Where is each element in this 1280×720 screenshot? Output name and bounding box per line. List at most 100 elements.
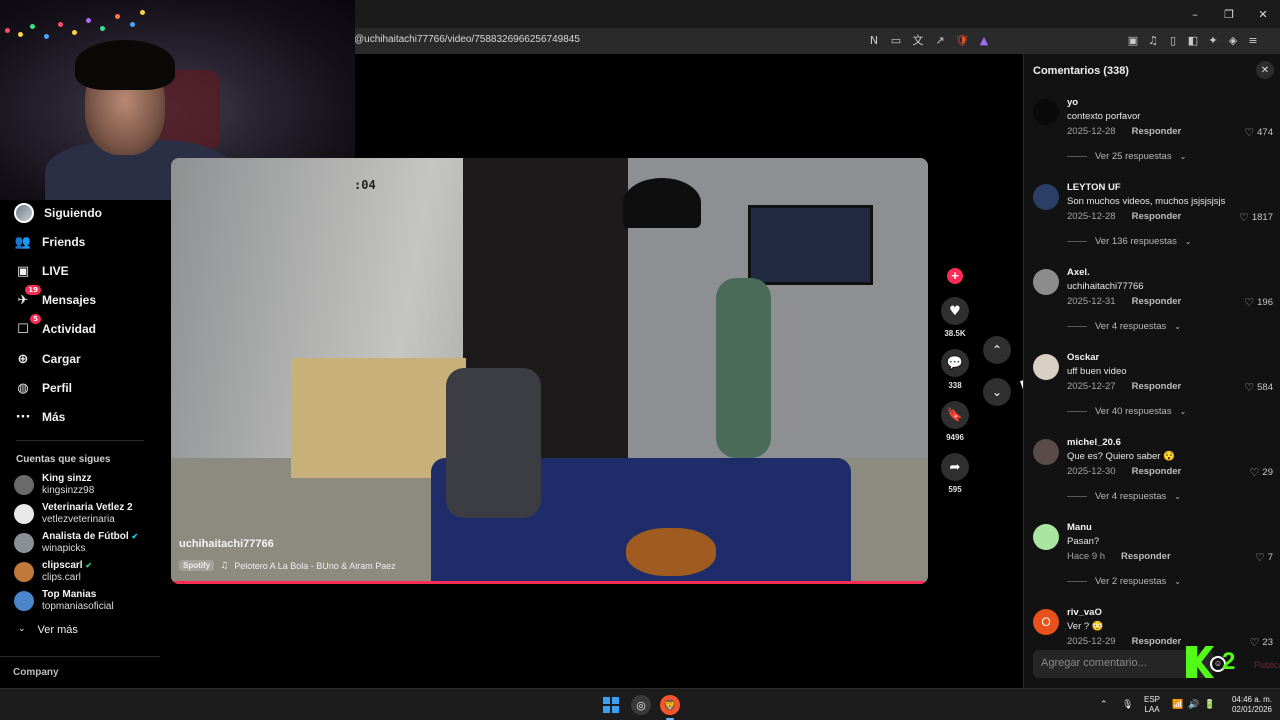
comment-button[interactable]: 💬 338 (938, 349, 972, 390)
following-account[interactable]: Top Manias topmaniasoficial (14, 589, 114, 613)
view-replies-button[interactable]: Ver 25 respuestas ⌄ (1067, 151, 1186, 162)
comment-like-button[interactable]: ♡ 23 (1250, 636, 1273, 649)
wallet-icon[interactable]: ◧ (1185, 32, 1201, 48)
leo-ai-icon[interactable]: ✦ (1205, 32, 1221, 48)
minimize-button[interactable]: – (1178, 0, 1212, 28)
previous-video-button[interactable]: ⌃ (983, 336, 1011, 364)
share-button[interactable]: ➦ 595 (938, 453, 972, 494)
volume-icon[interactable]: 🔊 (1188, 689, 1199, 720)
windows-start-icon[interactable] (603, 697, 619, 713)
comment-like-button[interactable]: ♡ 474 (1244, 126, 1273, 139)
following-account[interactable]: clipscarl ✔ clips.carl (14, 560, 92, 584)
heart-outline-icon: ♡ (1244, 296, 1255, 309)
avatar[interactable] (1033, 184, 1059, 210)
media-icon[interactable]: ♫ (1145, 32, 1161, 48)
view-replies-button[interactable]: Ver 136 respuestas ⌄ (1067, 236, 1192, 247)
nav-activity[interactable]: ☐ 5 Actividad (14, 314, 96, 340)
tray-overflow-icon[interactable]: ⌃ (1100, 689, 1108, 720)
comment-user[interactable]: riv_vaO (1067, 607, 1102, 618)
view-replies-button[interactable]: Ver 4 respuestas ⌄ (1067, 491, 1181, 502)
streamer-hair (75, 40, 175, 90)
comment-like-button[interactable]: ♡ 7 (1255, 551, 1273, 564)
nav-profile[interactable]: ◍ Perfil (14, 377, 72, 399)
comment-like-button[interactable]: ♡ 1817 (1239, 211, 1273, 224)
input-language[interactable]: ESP LAA (1144, 695, 1160, 715)
screenshot-icon[interactable]: ▣ (1125, 32, 1141, 48)
share-count: 595 (948, 485, 962, 494)
microphone-icon[interactable]: 🎙 (1122, 689, 1133, 720)
next-video-button[interactable]: ⌄ (983, 378, 1011, 406)
nav-friends[interactable]: 👥 Friends (14, 231, 85, 253)
following-account[interactable]: Veterinaria Vetlez 2 vetlezveterinaria (14, 502, 133, 526)
video-player[interactable]: :04 uchihaitachi77766 Spotify ♫ Pelotero… (171, 158, 928, 584)
video-author[interactable]: uchihaitachi77766 (179, 538, 274, 550)
nav-following[interactable]: Siguiendo (14, 202, 102, 224)
left-sidebar: Siguiendo 👥 Friends ▣ LIVE ✈ 19 Mensajes … (0, 200, 160, 688)
comment-user[interactable]: Manu (1067, 522, 1092, 533)
close-comments-button[interactable]: ✕ (1256, 61, 1274, 79)
reply-button[interactable]: Responder (1132, 126, 1182, 137)
comment-user[interactable]: Osckar (1067, 352, 1099, 363)
music-info[interactable]: Spotify ♫ Pelotero A La Bola - BUno & Ai… (179, 560, 396, 571)
nav-more[interactable]: ··· Más (14, 406, 66, 428)
reply-button[interactable]: Responder (1132, 381, 1182, 392)
system-clock[interactable]: 04:46 a. m. 02/01/2026 (1224, 695, 1272, 715)
reply-button[interactable]: Responder (1132, 211, 1182, 222)
comment-like-button[interactable]: ♡ 196 (1244, 296, 1273, 309)
view-replies-button[interactable]: Ver 4 respuestas ⌄ (1067, 321, 1181, 332)
reply-button[interactable]: Responder (1132, 296, 1182, 307)
nav-label: Cargar (42, 352, 81, 366)
see-more-button[interactable]: ⌄ Ver más (18, 624, 78, 636)
avatar[interactable] (1033, 354, 1059, 380)
avatar[interactable]: O (1033, 609, 1059, 635)
url-text[interactable]: @uchihaitachi77766/video/758832696625674… (354, 34, 580, 45)
battery-icon[interactable]: 🔋 (1204, 689, 1215, 720)
comment-text: uff buen video (1067, 366, 1127, 377)
like-button[interactable]: ♥ 38.5K (938, 297, 972, 338)
follow-plus-icon[interactable]: + (947, 268, 963, 284)
wifi-icon[interactable]: 📶 (1172, 689, 1183, 720)
view-replies-label: Ver 4 respuestas (1095, 321, 1167, 332)
vpn-icon[interactable]: ◈ (1225, 32, 1241, 48)
cast-icon[interactable]: ▭ (888, 32, 904, 48)
brave-shield-icon[interactable]: 🛡 (954, 32, 970, 48)
comment-user[interactable]: yo (1067, 97, 1078, 108)
reader-mode-icon[interactable]: N (866, 32, 882, 48)
account-name: Top Manias (42, 589, 97, 600)
obs-icon[interactable]: ◎ (631, 695, 651, 715)
reply-button[interactable]: Responder (1132, 636, 1182, 647)
brave-browser-icon[interactable]: 🦁 (660, 695, 680, 720)
nav-messages[interactable]: ✈ 19 Mensajes (14, 285, 96, 311)
share-icon[interactable]: ↗ (932, 32, 948, 48)
avatar[interactable] (1033, 269, 1059, 295)
post-comment-button[interactable]: Publicar (1254, 660, 1280, 670)
kick-logo-overlay: ☺ 2 (1186, 646, 1244, 678)
menu-icon[interactable]: ≡ (1245, 32, 1261, 48)
view-replies-label: Ver 136 respuestas (1095, 236, 1177, 247)
comment-user[interactable]: LEYTON UF (1067, 182, 1121, 193)
nav-upload[interactable]: ⊕ Cargar (14, 348, 81, 370)
comment-user[interactable]: Axel. (1067, 267, 1090, 278)
avatar[interactable] (1033, 99, 1059, 125)
comment-like-button[interactable]: ♡ 584 (1244, 381, 1273, 394)
translate-icon[interactable]: 文 (910, 32, 926, 48)
save-button[interactable]: 🔖 9496 (938, 401, 972, 442)
comment-user[interactable]: michel_20.6 (1067, 437, 1121, 448)
following-account[interactable]: King sinzz kingsinzz98 (14, 473, 94, 497)
avatar[interactable] (1033, 524, 1059, 550)
view-replies-button[interactable]: Ver 40 respuestas ⌄ (1067, 406, 1186, 417)
video-progress-bar[interactable] (171, 581, 928, 584)
reply-button[interactable]: Responder (1121, 551, 1171, 562)
close-window-button[interactable]: ✕ (1246, 0, 1280, 28)
brave-rewards-icon[interactable]: ▲ (976, 32, 992, 48)
avatar[interactable] (1033, 439, 1059, 465)
sidebar-toggle-icon[interactable]: ▯ (1165, 32, 1181, 48)
comment-like-button[interactable]: ♡ 29 (1250, 466, 1273, 479)
restore-button[interactable]: ❐ (1212, 0, 1246, 28)
see-more-label: Ver más (37, 624, 78, 636)
view-replies-button[interactable]: Ver 2 respuestas ⌄ (1067, 576, 1181, 587)
company-link[interactable]: Company (13, 667, 59, 678)
reply-button[interactable]: Responder (1132, 466, 1182, 477)
following-account[interactable]: Analista de Fútbol ✔ winapicks (14, 531, 138, 555)
nav-live[interactable]: ▣ LIVE (14, 260, 69, 282)
